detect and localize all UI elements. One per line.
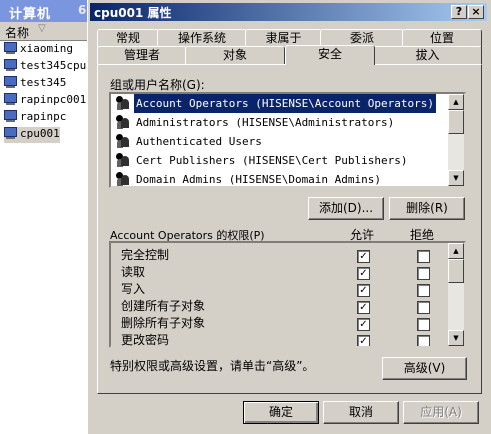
help-button[interactable]: ?	[451, 5, 467, 19]
computer-list-item[interactable]: test345cpu	[4, 59, 86, 75]
group-icon	[115, 172, 131, 186]
computer-icon	[4, 127, 17, 139]
cancel-button[interactable]: 取消	[323, 401, 399, 424]
computer-icon	[4, 76, 17, 88]
deny-checkbox[interactable]	[417, 335, 430, 346]
permission-name: 写入	[121, 282, 146, 296]
group-icon	[115, 153, 131, 168]
permission-row: 创建所有子对象 ✓	[111, 298, 451, 315]
permission-name: 创建所有子对象	[121, 299, 206, 313]
computer-list-item-selected[interactable]: cpu001	[4, 127, 60, 143]
permission-row: 写入 ✓	[111, 281, 451, 298]
users-list-box[interactable]: Account Operators (HISENSE\Account Opera…	[109, 92, 466, 188]
scroll-up-arrow-icon[interactable]: ▲	[448, 94, 464, 110]
user-list-item[interactable]: Account Operators (HISENSE\Account Opera…	[111, 94, 441, 114]
scroll-up-arrow-icon[interactable]: ▲	[448, 243, 464, 259]
computer-list-item[interactable]: rapinpc001	[4, 93, 86, 109]
background-title-suffix: 6	[78, 3, 87, 17]
permission-row: 读取 ✓	[111, 264, 451, 281]
close-button[interactable]: ×	[468, 5, 484, 19]
permission-name: 更改密码	[121, 333, 170, 347]
allow-checkbox[interactable]: ✓	[357, 250, 370, 263]
name-column-label: 名称	[5, 26, 30, 40]
tab-object[interactable]: 对象	[185, 46, 285, 65]
add-button[interactable]: 添加(D)...	[308, 197, 384, 220]
user-list-item[interactable]: Cert Publishers (HISENSE\Cert Publishers…	[111, 151, 441, 170]
background-computer-list: xiaoming test345cpu test345 rapinpc001 r…	[0, 41, 90, 434]
computer-icon	[4, 110, 17, 122]
computer-icon	[4, 93, 17, 105]
allow-checkbox[interactable]: ✓	[357, 267, 370, 280]
scroll-thumb[interactable]	[448, 259, 464, 283]
allow-checkbox[interactable]: ✓	[357, 318, 370, 331]
dialog-title-bar[interactable]: cpu001 属性 ? ×	[90, 3, 487, 21]
background-title-text: 计算机	[9, 7, 52, 22]
group-icon	[115, 134, 131, 149]
permission-row: 删除所有子对象 ✓	[111, 315, 451, 332]
permission-name: 完全控制	[121, 248, 170, 262]
permissions-scrollbar[interactable]: ▲ ▼	[448, 243, 464, 346]
ok-button[interactable]: 确定	[243, 401, 319, 424]
computer-icon	[4, 59, 17, 71]
permissions-list-box: 完全控制 ✓ 读取 ✓ 写入 ✓ 创建所有子对象 ✓ 删除所有子对象 ✓ 更改密码 ✓ ▲ …	[109, 241, 466, 348]
users-list-scrollbar[interactable]: ▲ ▼	[448, 94, 464, 186]
remove-button[interactable]: 删除(R)	[389, 197, 465, 220]
dialog-title: cpu001 属性	[94, 6, 172, 20]
permission-name: 删除所有子对象	[121, 316, 206, 330]
allow-checkbox[interactable]: ✓	[357, 335, 370, 346]
user-list-item[interactable]: Administrators (HISENSE\Administrators)	[111, 113, 441, 132]
user-list-item[interactable]: Domain Admins (HISENSE\Domain Admins)	[111, 170, 441, 186]
advanced-button[interactable]: 高级(V)	[382, 357, 467, 380]
deny-checkbox[interactable]	[417, 301, 430, 314]
computer-icon	[4, 42, 17, 54]
group-icon	[115, 115, 131, 130]
background-window-title: 计算机 6	[0, 0, 90, 22]
scroll-down-arrow-icon[interactable]: ▼	[448, 330, 464, 346]
tab-managed-by[interactable]: 管理者	[97, 46, 187, 65]
user-list-item[interactable]: Authenticated Users	[111, 132, 441, 151]
apply-button[interactable]: 应用(A)	[403, 401, 479, 424]
deny-checkbox[interactable]	[417, 284, 430, 297]
permission-name: 读取	[121, 265, 146, 279]
computer-list-item[interactable]: rapinpc	[4, 110, 66, 126]
deny-checkbox[interactable]	[417, 318, 430, 331]
background-column-header[interactable]: 名称 ▽	[0, 22, 90, 41]
computer-list-item[interactable]: xiaoming	[4, 42, 73, 58]
allow-checkbox[interactable]: ✓	[357, 301, 370, 314]
group-icon	[115, 96, 131, 111]
advanced-hint-text: 特别权限或高级设置，请单击“高级”。	[110, 359, 315, 373]
scroll-down-arrow-icon[interactable]: ▼	[448, 170, 464, 186]
permission-row: 完全控制 ✓	[111, 247, 451, 264]
scroll-thumb[interactable]	[448, 110, 464, 134]
allow-checkbox[interactable]: ✓	[357, 284, 370, 297]
tab-security[interactable]: 安全	[285, 45, 375, 65]
users-list-label: 组或用户名称(G):	[110, 78, 205, 92]
deny-checkbox[interactable]	[417, 267, 430, 280]
computer-list-item[interactable]: test345	[4, 76, 66, 92]
deny-checkbox[interactable]	[417, 250, 430, 263]
tab-dial-in[interactable]: 拔入	[373, 46, 482, 65]
sort-arrow-icon: ▽	[38, 23, 46, 34]
permission-row: 更改密码 ✓	[111, 332, 451, 347]
